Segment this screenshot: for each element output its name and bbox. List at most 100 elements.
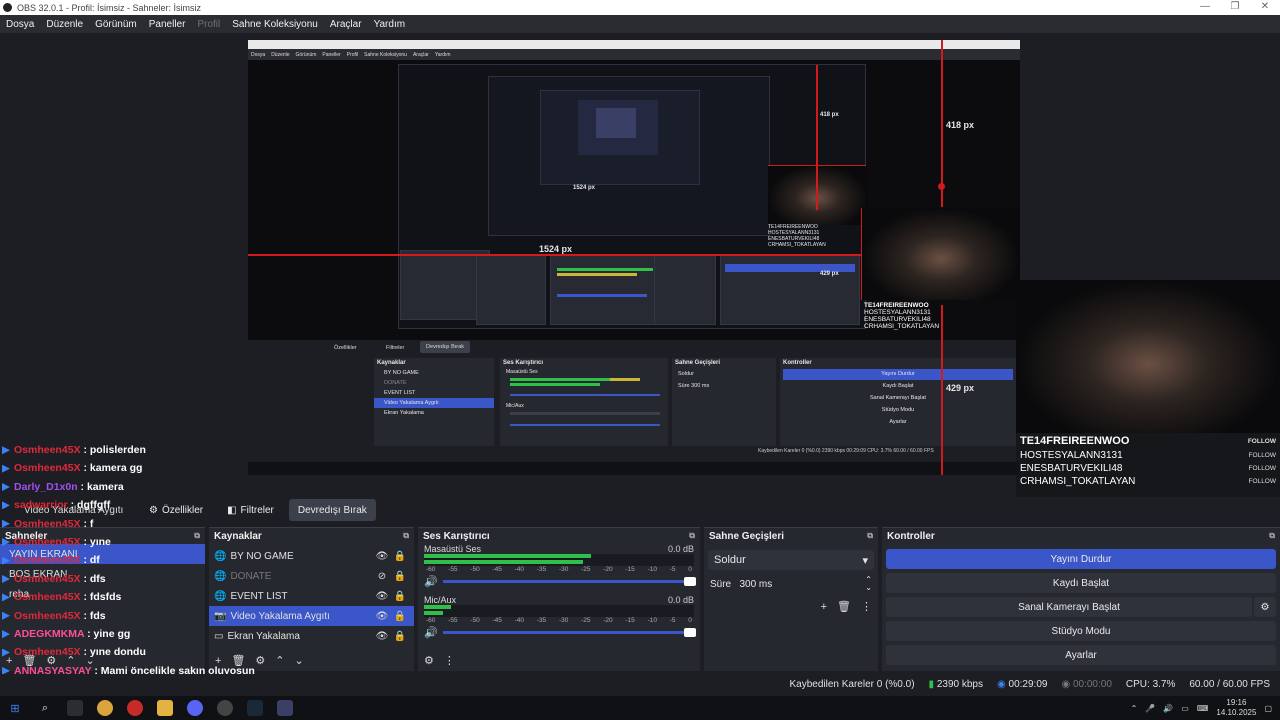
menu-araclar[interactable]: Araçlar bbox=[324, 19, 368, 30]
menu-dosya[interactable]: Dosya bbox=[0, 19, 40, 30]
volume-meter bbox=[424, 605, 694, 617]
obs-taskbar-icon[interactable] bbox=[217, 700, 233, 716]
volume-slider-handle[interactable] bbox=[684, 577, 696, 586]
start-recording-button[interactable]: Kaydı Başlat bbox=[886, 573, 1276, 593]
lock-icon[interactable]: 🔒 bbox=[391, 551, 409, 562]
chat-text: yine gg bbox=[93, 627, 131, 640]
menu-paneller[interactable]: Paneller bbox=[143, 19, 192, 30]
mixer-track-db: 0.0 dB bbox=[667, 595, 694, 605]
lock-icon[interactable]: 🔒 bbox=[391, 591, 409, 602]
close-button[interactable]: ✕ bbox=[1250, 0, 1280, 15]
discord-icon[interactable] bbox=[187, 700, 203, 716]
menu-yardim[interactable]: Yardım bbox=[368, 19, 412, 30]
nested-menu-item: Yardım bbox=[434, 51, 451, 58]
minimize-button[interactable]: — bbox=[1190, 0, 1220, 15]
lock-icon[interactable]: 🔒 bbox=[391, 611, 409, 622]
stop-streaming-button[interactable]: Yayını Durdur bbox=[886, 549, 1276, 569]
controls-title: Kontroller bbox=[887, 530, 935, 542]
volume-icon[interactable]: 🔊 bbox=[1163, 704, 1173, 713]
steam-icon[interactable] bbox=[247, 700, 263, 716]
preview-canvas[interactable]: Dosya Düzenle Görünüm Paneller Profil Sa… bbox=[248, 40, 1020, 475]
undock-icon[interactable]: ⧉ bbox=[403, 531, 409, 541]
measure-line-horizontal bbox=[248, 254, 862, 256]
volume-slider[interactable] bbox=[442, 628, 696, 637]
nested-source-item: Video Yakalama Aygıtı bbox=[374, 398, 494, 408]
chat-text: f bbox=[89, 517, 94, 530]
chat-nick: Osmheen45X bbox=[14, 554, 81, 567]
chat-platform-icon bbox=[2, 519, 10, 528]
scene-transitions-dock: Sahne Geçişleri ⧉ Soldur ▾ Süre 300 ms ⌃ ⌄… bbox=[704, 527, 878, 671]
eye-icon[interactable]: 👁 bbox=[373, 611, 391, 622]
volume-slider-handle[interactable] bbox=[684, 628, 696, 637]
settings-button[interactable]: Ayarlar bbox=[886, 645, 1276, 665]
chat-nick: Osmheen45X bbox=[14, 646, 81, 659]
duration-stepper[interactable]: ⌃ ⌄ bbox=[865, 576, 872, 592]
eye-icon[interactable]: 👁 bbox=[373, 591, 391, 602]
language-icon[interactable]: ⌨ bbox=[1197, 704, 1209, 713]
windows-start-icon[interactable]: ⊞ bbox=[7, 700, 23, 716]
measure-label-horizontal: 1524 px bbox=[539, 244, 573, 254]
duration-input[interactable]: 300 ms bbox=[739, 579, 772, 590]
tray-chevron-icon[interactable]: ⌃ bbox=[1131, 704, 1138, 713]
chat-text: yıne dondu bbox=[89, 646, 146, 659]
add-transition-button[interactable]: + bbox=[821, 601, 827, 613]
undock-icon[interactable]: ⧉ bbox=[689, 531, 695, 541]
eye-hidden-icon[interactable]: ⊘ bbox=[373, 571, 391, 582]
volume-meter bbox=[424, 554, 694, 566]
transition-more-icon[interactable]: ⋮ bbox=[861, 600, 872, 613]
more-options-icon[interactable]: ⋮ bbox=[444, 654, 455, 667]
status-bar: Kaybedilen Kareler 0 (%0.0) ▮ 2390 kbps … bbox=[0, 674, 1280, 694]
chat-nick: Osmheen45X bbox=[14, 591, 81, 604]
start-virtual-camera-button[interactable]: Sanal Kamerayı Başlat bbox=[886, 597, 1252, 617]
chrome-icon[interactable] bbox=[97, 700, 113, 716]
notification-icon[interactable]: ▢ bbox=[1264, 704, 1272, 713]
lock-icon[interactable]: 🔒 bbox=[391, 631, 409, 642]
search-icon[interactable]: ⌕ bbox=[37, 700, 53, 716]
transitions-title: Sahne Geçişleri bbox=[709, 530, 785, 542]
lock-icon[interactable]: 🔒 bbox=[391, 571, 409, 582]
microphone-icon[interactable]: 🎤 bbox=[1145, 704, 1155, 713]
nested-titlebar bbox=[248, 40, 1020, 49]
volume-slider[interactable] bbox=[442, 577, 696, 586]
virtual-camera-settings-icon[interactable]: ⚙ bbox=[1254, 597, 1276, 617]
chat-text: dgffgff bbox=[77, 499, 111, 512]
nested-follow-list: TE14FREIREENWOO HOSTESYALANN3131 ENESBAT… bbox=[768, 224, 868, 248]
measure-label-vertical: 418 px bbox=[946, 120, 975, 130]
stream-icon: ◉ bbox=[997, 678, 1006, 690]
chat-platform-icon bbox=[2, 611, 10, 620]
eye-icon[interactable]: 👁 bbox=[373, 631, 391, 642]
follower-name: ENESBATURVEKILI48 bbox=[1020, 463, 1123, 474]
advanced-audio-icon[interactable]: ⚙ bbox=[424, 654, 434, 667]
preview-follower: HOSTESYALANN3131 bbox=[864, 309, 931, 316]
measure-handle[interactable] bbox=[938, 183, 945, 190]
nested-measure-label: 1524 px bbox=[573, 185, 596, 191]
follow-badge: FOLLOW bbox=[1247, 437, 1276, 445]
menu-duzenle[interactable]: Düzenle bbox=[40, 19, 89, 30]
maximize-button[interactable]: ❐ bbox=[1220, 0, 1250, 15]
task-view-icon[interactable] bbox=[67, 700, 83, 716]
folder-icon[interactable] bbox=[157, 700, 173, 716]
clock-date: 14.10.2025 bbox=[1216, 708, 1257, 717]
mixer-track-db: 0.0 dB bbox=[667, 544, 694, 554]
nested-mixer-title: Ses Karıştırıcı bbox=[503, 360, 544, 366]
window-title: OBS 32.0.1 - Profil: İsimsiz - Sahneler:… bbox=[17, 2, 202, 13]
opera-icon[interactable] bbox=[127, 700, 143, 716]
menu-gorunum[interactable]: Görünüm bbox=[89, 19, 143, 30]
webcam-preview bbox=[862, 208, 1020, 300]
app-icon[interactable] bbox=[277, 700, 293, 716]
speaker-icon[interactable]: 🔊 bbox=[424, 626, 438, 639]
chat-platform-icon bbox=[2, 501, 10, 510]
menu-sahne-koleksiyonu[interactable]: Sahne Koleksiyonu bbox=[226, 19, 324, 30]
studio-mode-button[interactable]: Stüdyo Modu bbox=[886, 621, 1276, 641]
eye-icon[interactable]: 👁 bbox=[373, 551, 391, 562]
undock-icon[interactable]: ⧉ bbox=[1269, 531, 1275, 541]
network-icon[interactable]: ▭ bbox=[1181, 704, 1189, 713]
nested-controls-title: Kontroller bbox=[783, 360, 812, 366]
clock-time: 19:16 bbox=[1226, 698, 1247, 707]
clock[interactable]: 19:16 14.10.2025 bbox=[1216, 698, 1256, 718]
undock-icon[interactable]: ⧉ bbox=[867, 531, 873, 541]
speaker-icon[interactable]: 🔊 bbox=[424, 575, 438, 588]
transition-select[interactable]: Soldur ▾ bbox=[708, 550, 874, 570]
chat-nick: Darly_D1x0n bbox=[14, 480, 78, 493]
remove-transition-button[interactable]: 🗑 bbox=[837, 600, 851, 613]
